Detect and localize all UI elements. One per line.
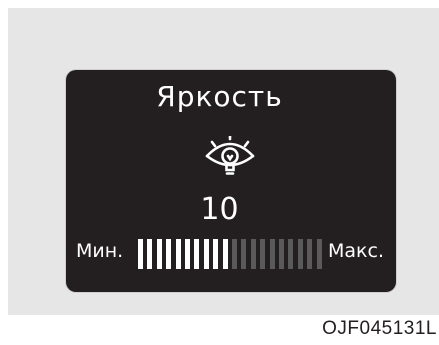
level-segment bbox=[297, 239, 303, 269]
level-segment bbox=[185, 239, 190, 269]
level-segment bbox=[241, 239, 247, 269]
brightness-lamp-icon bbox=[205, 136, 255, 175]
level-segment bbox=[194, 239, 200, 269]
level-segment bbox=[222, 239, 228, 269]
level-segment bbox=[288, 239, 294, 269]
level-segment bbox=[147, 239, 153, 269]
level-segment bbox=[269, 239, 275, 269]
level-segment bbox=[156, 239, 162, 269]
level-segment bbox=[316, 239, 322, 269]
brightness-value: 10 bbox=[200, 192, 239, 227]
level-segment bbox=[138, 239, 143, 269]
level-segment bbox=[279, 239, 284, 269]
level-segment bbox=[260, 239, 266, 269]
brightness-title: Яркость bbox=[156, 80, 283, 113]
brightness-level-bar bbox=[138, 239, 326, 269]
level-segment bbox=[307, 239, 313, 269]
level-segment bbox=[175, 239, 181, 269]
max-label: Макс. bbox=[328, 240, 384, 262]
level-segment bbox=[203, 239, 209, 269]
level-segment bbox=[250, 239, 256, 269]
level-segment bbox=[232, 239, 237, 269]
figure-code: OJF045131L bbox=[322, 318, 437, 339]
level-segment bbox=[166, 239, 172, 269]
min-label: Мин. bbox=[76, 240, 124, 262]
level-segment bbox=[213, 239, 219, 269]
